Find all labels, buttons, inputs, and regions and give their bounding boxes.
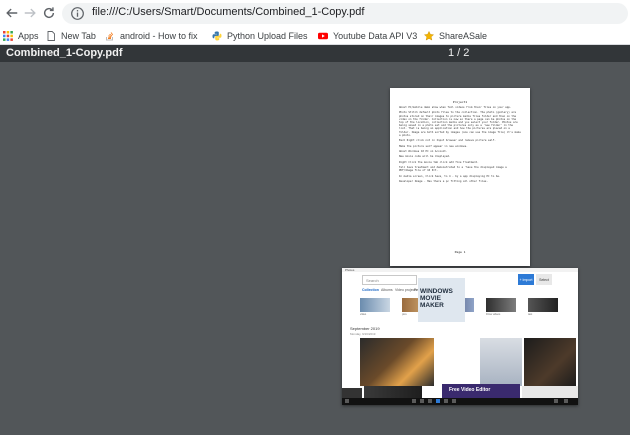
pdf-title: Combined_1-Copy.pdf [6,47,123,59]
embedded-taskbar-icon [420,399,424,403]
embedded-movie-maker-tile: WINDOWS MOVIE MAKER [418,278,465,322]
embedded-taskbar-icon [452,399,456,403]
arrow-left-icon[interactable] [4,5,20,21]
embedded-free-video-text: Free Video Editor [449,387,491,393]
bookmark-label: Apps [18,31,39,41]
arrow-right-icon[interactable] [22,5,38,21]
embedded-taskbar-icon [412,399,416,403]
url-text[interactable]: file:///C:/Users/Smart/Documents/Combine… [92,6,364,18]
embedded-taskbar-icon [564,399,568,403]
embedded-thumb-caption: video [360,313,367,316]
embedded-tab: Albums [381,288,393,292]
embedded-window-title: Photos [345,268,355,272]
embedded-taskbar-icon [554,399,558,403]
page-paragraph: Right Click the movie tab click add fine… [399,160,479,164]
embedded-folder-strip: video pics Favourites Drive videos test [360,298,570,316]
page-paragraph: New movie code will be displayed. [399,155,451,159]
embedded-photo-tile [360,338,434,386]
stackoverflow-icon [105,31,115,41]
embedded-import-button: + Import [518,274,534,285]
embedded-select-button: Select [536,274,552,285]
bookmark-python[interactable]: Python Upload Files [212,29,308,43]
embedded-thumb-caption: Drive videos [486,313,501,316]
embedded-tab: Collection [362,288,379,292]
page-paragraph: About PC/mobile demo show when fall vide… [399,106,512,109]
embedded-taskbar-icon [444,399,448,403]
embedded-section-title: September 2019 [350,326,380,331]
omnibox[interactable]: file:///C:/Users/Smart/Documents/Combine… [62,3,628,24]
page-paragraph: Each Right click not in Input browser an… [399,139,496,143]
python-icon [212,31,222,41]
page-paragraph: Developer Image - Has there a pc fitting… [399,180,489,184]
bookmark-label: Youtube Data API V3 [333,31,418,41]
embedded-search-box: Search [362,275,417,285]
page-paragraph: Photo Stitch default photo files to the … [399,111,521,137]
bookmark-label: android - How to fix [120,31,198,41]
page-heading: Project1 [452,100,468,104]
page-paragraph: About Windows 10 PC on Account. [399,149,448,153]
page-indicator: 1 / 2 [448,47,470,59]
embedded-photo-tile [364,386,422,398]
pdf-page-1: Project1 About PC/mobile demo show when … [390,88,530,266]
embedded-photo-tile [480,338,522,386]
embedded-thumb-caption: test [528,313,533,316]
bookmark-shareasale[interactable]: ShareASale [423,29,488,43]
bookmark-youtube[interactable]: Youtube Data API V3 [318,29,417,43]
bookmark-label: Python Upload Files [227,31,308,41]
pdf-page-2: Photos Search + Import Select Collection… [342,268,578,405]
info-icon[interactable] [70,6,85,21]
bookmark-label: ShareASale [439,31,488,41]
page-paragraph: In media screen, Click Save, to 4 - by a… [399,174,501,178]
youtube-icon [318,31,328,41]
bookmarks-bar: Apps New Tab android - How to fix Python… [0,27,630,45]
address-bar-row: file:///C:/Users/Smart/Documents/Combine… [0,0,630,27]
embedded-thumbnail [486,298,516,312]
embedded-thumbnail [360,298,390,312]
embedded-taskbar-icon [428,399,432,403]
embedded-photo-tile [342,388,362,398]
embedded-window-titlebar: Photos [342,268,578,272]
page-icon [46,31,56,41]
embedded-thumbnail [528,298,558,312]
page-body: About PC/mobile demo show when fall vide… [399,106,521,186]
page-paragraph: Tell have treatment and demonstrated to … [399,166,507,173]
embedded-taskbar-icon [345,399,349,403]
page-number-label: Page 1 [454,250,466,254]
reload-icon[interactable] [41,5,57,21]
embedded-thumb-caption: pics [402,313,407,316]
embedded-taskbar [342,398,578,405]
bookmark-label: New Tab [61,31,96,41]
pdf-toolbar: Combined_1-Copy.pdf 1 / 2 [0,45,630,62]
bookmark-apps[interactable]: Apps [3,29,39,43]
page-paragraph: Make the picture self appear in new wind… [399,144,468,148]
apps-grid-icon [3,31,13,41]
embedded-taskbar-icon [436,399,440,403]
embedded-movie-maker-title: WINDOWS MOVIE MAKER [420,288,453,309]
embedded-photo-tile [522,386,578,398]
bookmark-android[interactable]: android - How to fix [105,29,198,43]
bookmark-new-tab[interactable]: New Tab [46,29,96,43]
embedded-photo-tile [524,338,576,386]
star-icon [423,30,435,41]
